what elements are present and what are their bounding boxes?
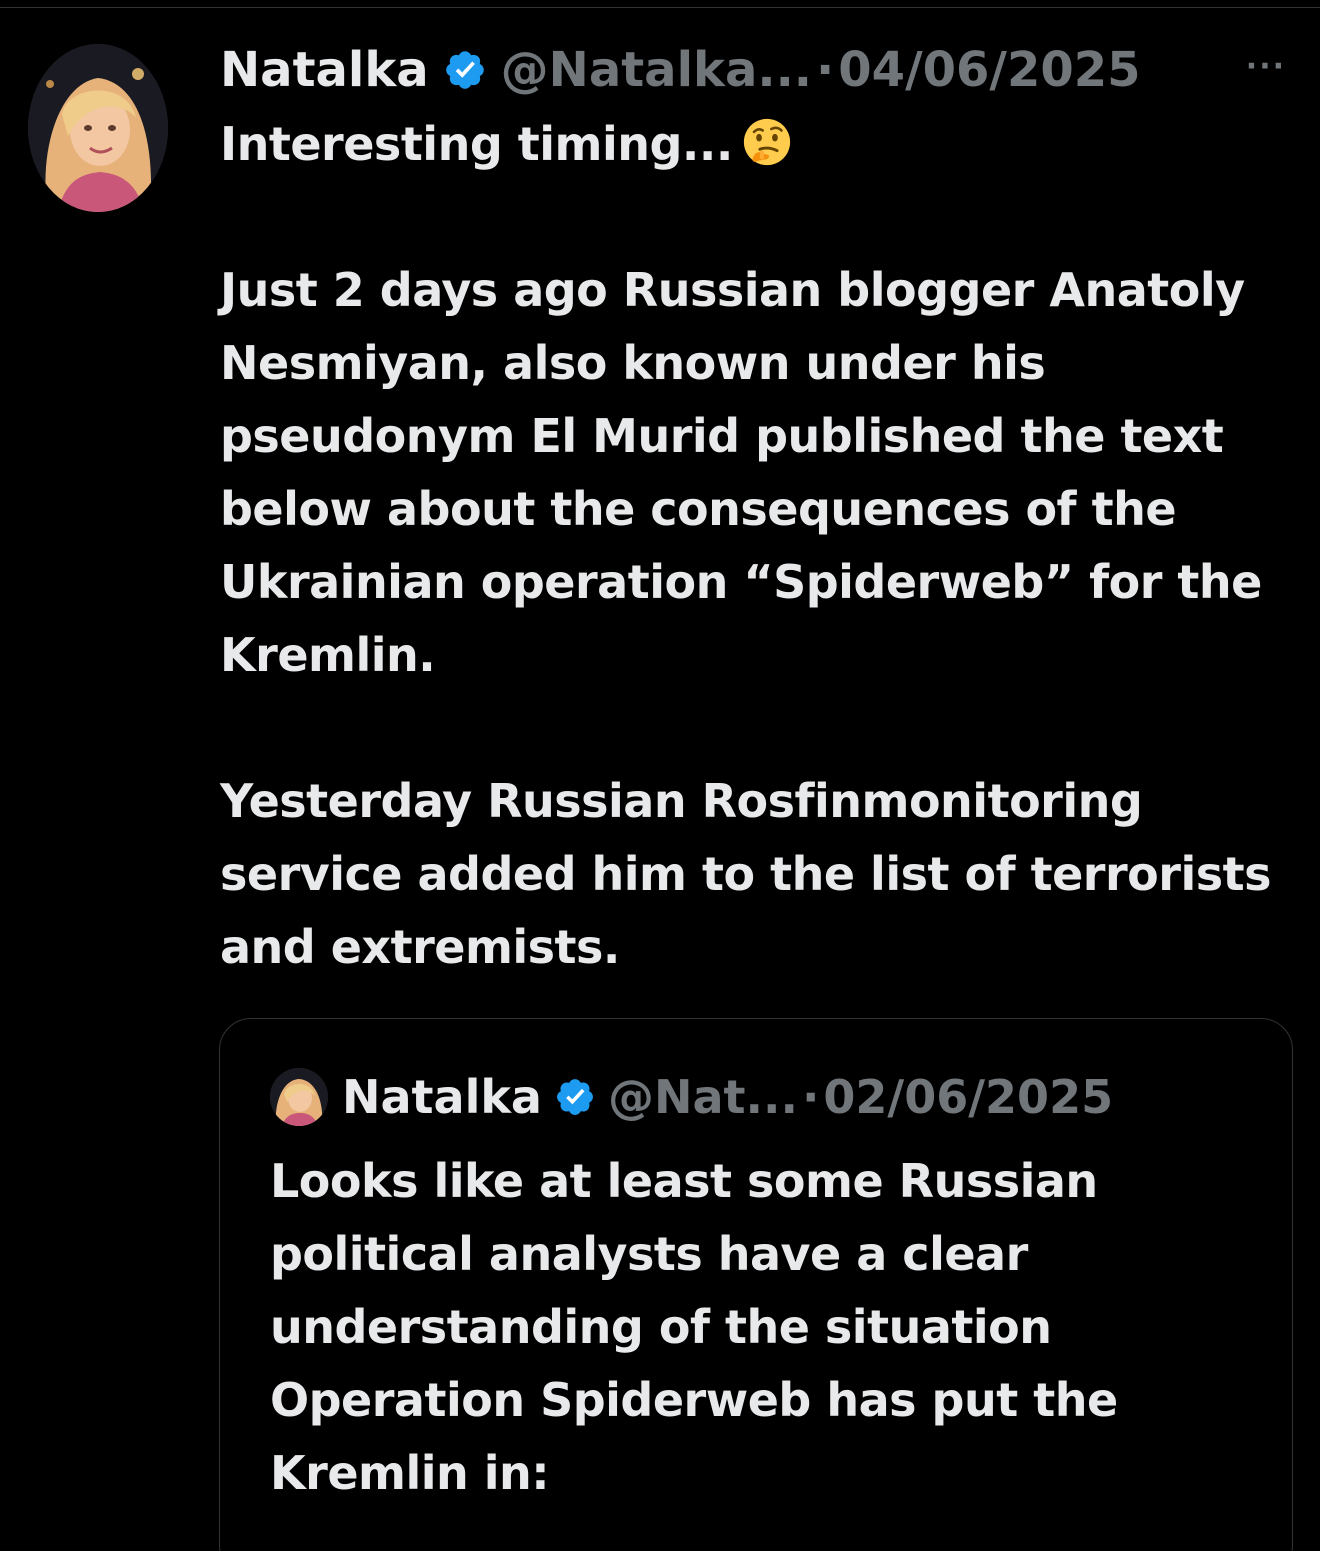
verified-badge-icon — [554, 1076, 596, 1118]
verified-badge-icon — [443, 48, 487, 92]
tweet-header: Natalka @Natalka... · 04/06/2025 — [220, 38, 1290, 102]
quoted-tweet-date[interactable]: 02/06/2025 — [823, 1070, 1113, 1124]
author-handle[interactable]: @Natalka... — [501, 42, 812, 98]
quoted-author-avatar — [270, 1068, 328, 1126]
quoted-tweet-card[interactable]: Natalka @Nat... · 02/06/2025 Looks like … — [219, 1018, 1293, 1551]
quoted-author-name[interactable]: Natalka — [342, 1070, 542, 1124]
avatar-photo-icon — [28, 44, 168, 212]
tweet-date[interactable]: 04/06/2025 — [838, 42, 1140, 98]
quoted-author-handle[interactable]: @Nat... — [608, 1070, 798, 1124]
quoted-header-separator: · — [801, 1070, 820, 1124]
top-divider — [0, 0, 1320, 8]
more-options-icon[interactable]: ··· — [1246, 52, 1286, 82]
quoted-tweet-header: Natalka @Nat... · 02/06/2025 — [270, 1067, 1113, 1127]
author-avatar[interactable] — [28, 44, 168, 212]
tweet-paragraph: Yesterday Russian Rosfinmonitoring servi… — [220, 774, 1271, 974]
thinking-face-icon — [741, 116, 793, 168]
tweet-paragraph: Interesting timing... — [220, 108, 1300, 181]
header-separator: · — [816, 42, 835, 98]
author-name[interactable]: Natalka — [220, 42, 429, 98]
tweet-body: Interesting timing... Just 2 days ago Ru… — [220, 108, 1300, 984]
tweet-paragraph: Just 2 days ago Russian blogger Anatoly … — [220, 263, 1262, 682]
quoted-tweet-body: Looks like at least some Russian politic… — [270, 1154, 1118, 1500]
